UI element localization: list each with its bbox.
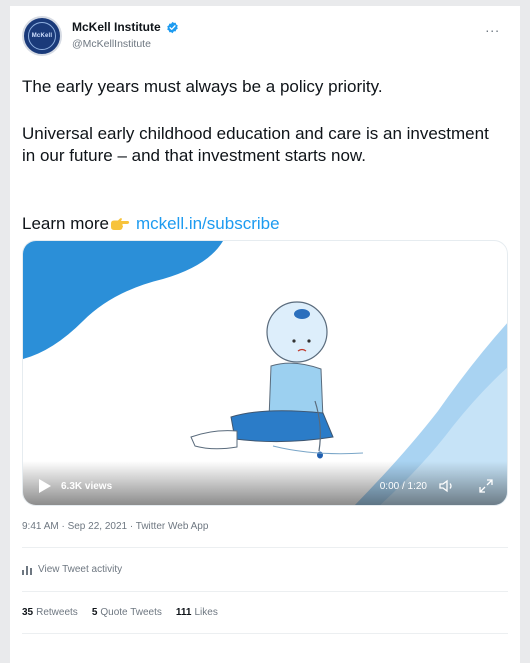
retweets-stat[interactable]: 35 Retweets (22, 607, 78, 618)
video-time: 0:00 / 1:20 (379, 481, 427, 492)
verified-badge-icon (166, 21, 178, 33)
expand-icon[interactable] (479, 479, 493, 493)
view-tweet-activity-label: View Tweet activity (38, 564, 123, 575)
volume-icon[interactable] (439, 479, 455, 493)
author-display-name[interactable]: McKell Institute (72, 20, 161, 34)
tweet-text-paragraph-1: The early years must always be a policy … (22, 77, 383, 96)
divider (22, 591, 508, 592)
quote-tweets-count: 5 (91, 607, 98, 618)
likes-count: 111 (175, 607, 192, 618)
video-player[interactable]: 6.3K views 0:00 / 1:20 (22, 240, 508, 506)
tweet-stats: 35 Retweets 5 Quote Tweets 111 Likes (22, 607, 232, 618)
more-options-icon[interactable]: ... (485, 20, 500, 34)
divider (22, 633, 508, 634)
quote-tweets-label: Quote Tweets (100, 607, 162, 618)
bar-chart-icon (22, 565, 32, 575)
likes-label: Likes (194, 607, 218, 618)
mckell-logo-icon: McKell (28, 22, 56, 50)
likes-stat[interactable]: 111 Likes (176, 607, 218, 618)
tweet-timestamp[interactable]: 9:41 AM · Sep 22, 2021 · Twitter Web App (22, 521, 208, 532)
learn-more-line: Learn more mckell.in/subscribe (22, 213, 502, 235)
avatar[interactable]: McKell (22, 16, 62, 56)
video-views: 6.3K views (61, 481, 113, 492)
learn-more-text: Learn more (22, 214, 109, 233)
subscribe-link[interactable]: mckell.in/subscribe (136, 213, 280, 235)
tweet-card: McKell McKell Institute @McKellInstitute… (10, 6, 520, 663)
view-tweet-activity-link[interactable]: View Tweet activity (22, 564, 122, 575)
play-icon[interactable] (39, 479, 51, 493)
retweets-count: 35 (22, 607, 34, 618)
retweets-label: Retweets (36, 607, 78, 618)
quote-tweets-stat[interactable]: 5 Quote Tweets (92, 607, 162, 618)
author-name-row[interactable]: McKell Institute (72, 20, 179, 34)
video-controls: 6.3K views 0:00 / 1:20 (23, 461, 507, 505)
tweet-text-paragraph-2: Universal early childhood education and … (22, 124, 489, 165)
author-handle[interactable]: @McKellInstitute (72, 38, 151, 50)
divider (22, 547, 508, 548)
pointing-hand-emoji-icon (110, 218, 130, 230)
